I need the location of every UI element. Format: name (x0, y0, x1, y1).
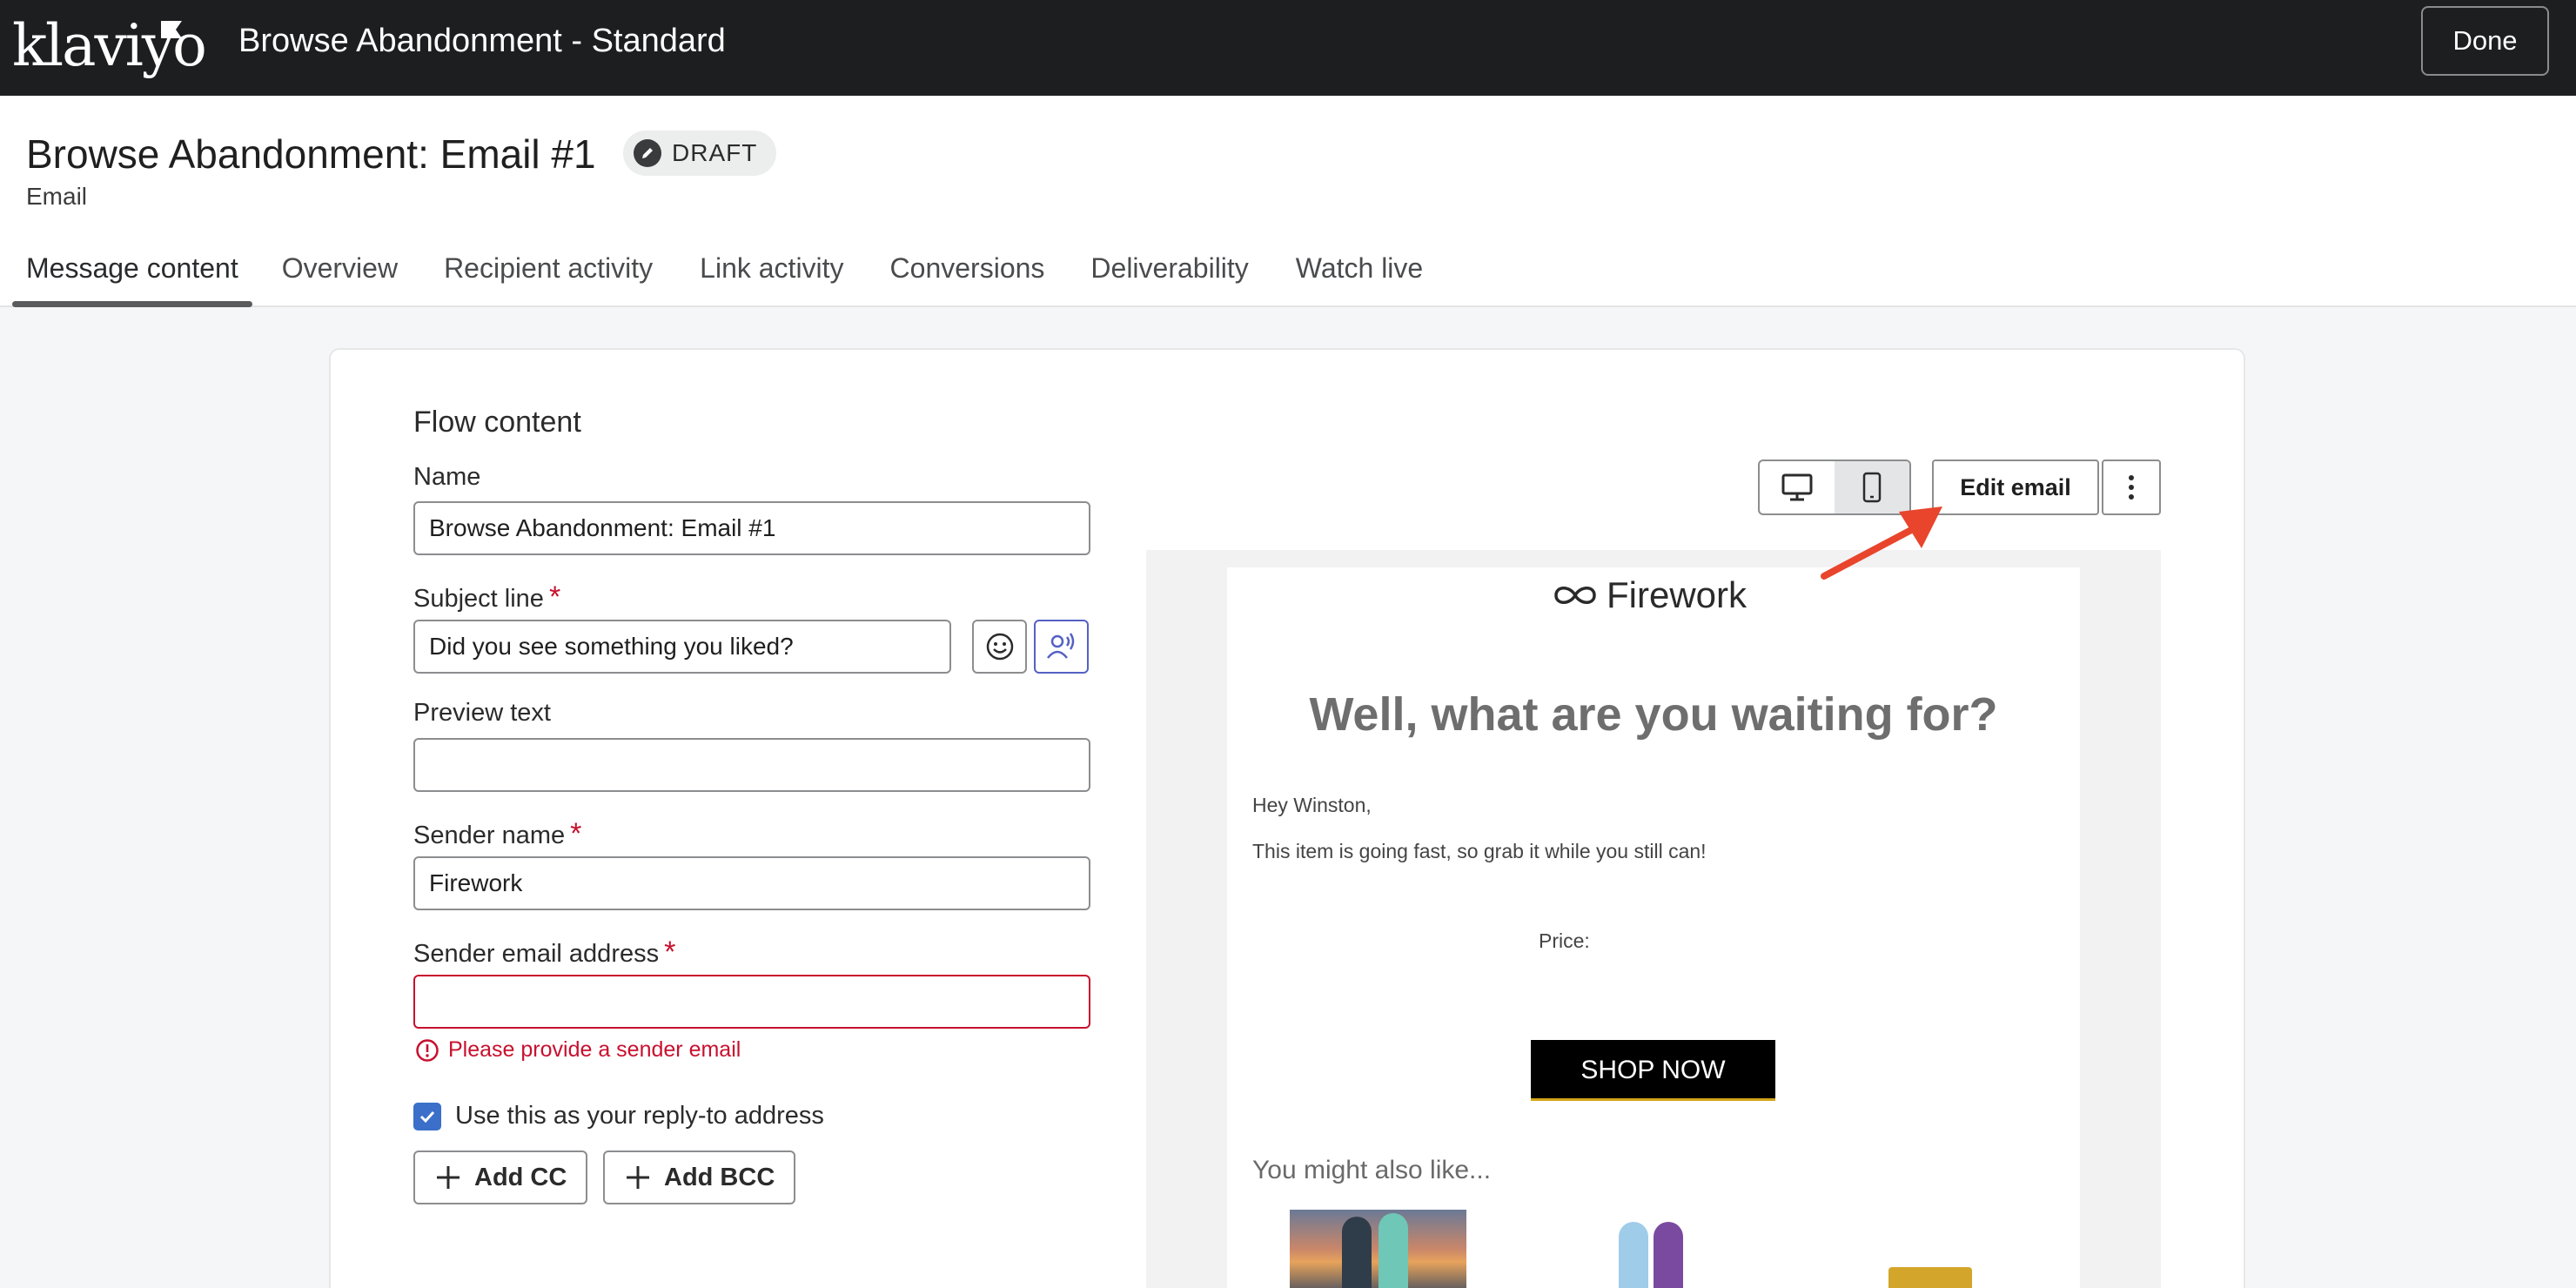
flow-title: Browse Abandonment - Standard (238, 23, 726, 59)
snowboard-shape (1654, 1222, 1683, 1288)
sender-email-error: Please provide a sender email (415, 1037, 741, 1063)
price-label: Price: (1539, 929, 1590, 952)
message-type: Email (26, 183, 88, 210)
speaking-person-icon (1046, 633, 1074, 659)
kebab-menu-icon (2129, 475, 2134, 500)
personalize-button[interactable] (1034, 620, 1089, 674)
section-title: Flow content (413, 406, 581, 439)
add-cc-label: Add CC (474, 1163, 567, 1191)
tab-message-content[interactable]: Message content (12, 242, 252, 307)
snowboard-shape (1379, 1213, 1408, 1288)
also-like-heading: You might also like... (1252, 1156, 1492, 1184)
brand-name: Firework (1607, 574, 1748, 615)
status-badge: DRAFT (623, 131, 777, 176)
tab-deliverability[interactable]: Deliverability (1090, 242, 1248, 307)
sender-email-field[interactable] (413, 975, 1090, 1029)
preview-text-label: Preview text (413, 699, 551, 727)
product-image-snowboards[interactable] (1615, 1218, 1694, 1288)
email-greeting: Hey Winston, (1252, 794, 1372, 816)
firework-logo: Firework (1551, 574, 1747, 616)
infinity-icon (1554, 587, 1596, 604)
sender-email-label: Sender email address * (413, 936, 675, 969)
page-title: Browse Abandonment: Email #1 (26, 131, 596, 177)
tab-bar: Message content Overview Recipient activ… (0, 242, 1423, 307)
sender-name-field[interactable] (413, 856, 1090, 910)
tab-link-activity[interactable]: Link activity (700, 242, 843, 307)
top-bar: klaviyo Browse Abandonment - Standard Do… (0, 0, 2576, 96)
mobile-icon (1862, 472, 1882, 503)
required-marker: * (664, 936, 676, 969)
error-icon (416, 1038, 439, 1062)
checkmark-icon (419, 1110, 435, 1123)
name-label: Name (413, 463, 481, 491)
plus-icon (627, 1166, 649, 1189)
logo-flag-icon (161, 21, 182, 38)
add-bcc-label: Add BCC (664, 1163, 775, 1191)
subject-label-text: Subject line (413, 585, 544, 613)
plus-icon (437, 1166, 460, 1189)
emoji-button[interactable] (972, 620, 1027, 674)
error-text: Please provide a sender email (448, 1037, 741, 1062)
shop-now-button[interactable]: SHOP NOW (1531, 1040, 1775, 1101)
preview-text-field[interactable] (413, 738, 1090, 792)
required-marker: * (570, 817, 582, 850)
email-heading: Well, what are you waiting for? (1309, 688, 1998, 741)
edit-email-button[interactable]: Edit email (1932, 460, 2099, 515)
emoji-icon (986, 633, 1013, 661)
snowboard-shape (1342, 1217, 1372, 1288)
subject-label: Subject line * (413, 580, 560, 614)
pencil-icon (634, 139, 661, 167)
status-badge-label: DRAFT (672, 139, 758, 166)
more-options-button[interactable] (2102, 460, 2161, 515)
sender-name-label-text: Sender name (413, 822, 566, 849)
add-bcc-button[interactable]: Add BCC (603, 1150, 796, 1204)
subject-line-field[interactable] (413, 620, 951, 674)
add-cc-button[interactable]: Add CC (413, 1150, 588, 1204)
sender-name-label: Sender name * (413, 817, 581, 851)
sender-email-label-text: Sender email address (413, 940, 660, 968)
snowboard-shape (1619, 1222, 1648, 1288)
email-body: This item is going fast, so grab it whil… (1252, 840, 1707, 862)
done-button[interactable]: Done (2421, 6, 2549, 76)
reply-to-row: Use this as your reply-to address (413, 1102, 824, 1130)
name-field[interactable] (413, 501, 1090, 555)
tab-watch-live[interactable]: Watch live (1296, 242, 1423, 307)
desktop-icon (1781, 473, 1813, 501)
product-image-wax[interactable] (1888, 1267, 1972, 1288)
tab-overview[interactable]: Overview (282, 242, 398, 307)
reply-to-checkbox[interactable] (413, 1102, 441, 1130)
reply-to-label: Use this as your reply-to address (455, 1102, 824, 1130)
tab-recipient-activity[interactable]: Recipient activity (444, 242, 653, 307)
tab-conversions[interactable]: Conversions (890, 242, 1045, 307)
required-marker: * (548, 580, 561, 614)
annotation-arrow-icon (1821, 506, 1942, 580)
product-image-snowboards-sunset[interactable] (1290, 1210, 1466, 1288)
message-header: Browse Abandonment: Email #1 DRAFT Email… (0, 96, 2576, 307)
